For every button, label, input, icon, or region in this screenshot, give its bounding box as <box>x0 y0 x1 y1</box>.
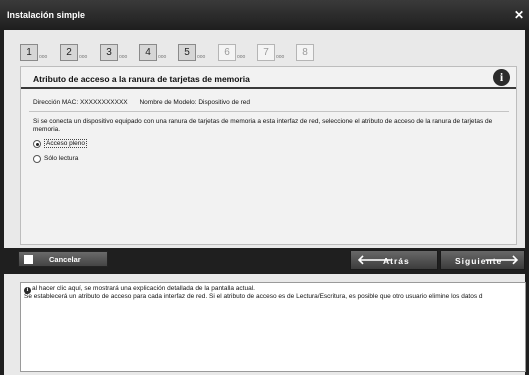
cancel-label: Cancelar <box>49 255 81 264</box>
panel-description: Si se conecta un dispositivo equipado co… <box>33 118 493 133</box>
step-dots: ooo <box>39 54 48 60</box>
info-icon[interactable]: i <box>493 69 510 86</box>
step-dots: ooo <box>119 54 128 60</box>
panel-header: Atributo de acceso a la ranura de tarjet… <box>21 67 516 89</box>
step-number: 4 <box>139 44 157 61</box>
step-number: 1 <box>20 44 38 61</box>
mac-address: Dirección MAC: XXXXXXXXXXX <box>33 99 128 106</box>
help-line-text: al hacer clic aquí, se mostrará una expl… <box>32 285 255 292</box>
step-dots: ooo <box>276 54 285 60</box>
model-name: Nombre de Modelo: Dispositivo de red <box>139 99 251 106</box>
radio-label[interactable]: Sólo lectura <box>44 155 78 162</box>
arrow-right-icon: 🡒 <box>484 252 520 267</box>
divider <box>29 111 509 112</box>
stop-icon <box>24 255 33 264</box>
step-dots: ooo <box>237 54 246 60</box>
help-line: Se establecerá un atributo de acceso par… <box>24 293 483 300</box>
title-bar: Instalación simple ✕ <box>0 0 529 30</box>
back-button[interactable]: 🡐 Atrás <box>350 250 438 270</box>
step-number: 5 <box>178 44 196 61</box>
window-title: Instalación simple <box>7 10 86 20</box>
radio-label[interactable]: Acceso pleno <box>44 139 88 148</box>
button-bar: Cancelar 🡐 Atrás Siguiente 🡒 <box>4 248 525 274</box>
step-number: 2 <box>60 44 78 61</box>
next-button[interactable]: Siguiente 🡒 <box>440 250 525 270</box>
step-number: 8 <box>296 44 314 61</box>
panel-title: Atributo de acceso a la ranura de tarjet… <box>33 74 250 84</box>
step-dots: ooo <box>197 54 206 60</box>
back-label: Atrás <box>383 256 410 266</box>
settings-panel: Atributo de acceso a la ranura de tarjet… <box>20 66 517 245</box>
device-info: Dirección MAC: XXXXXXXXXXX Nombre de Mod… <box>33 99 250 106</box>
step-number: 6 <box>218 44 236 61</box>
step-number: 3 <box>100 44 118 61</box>
close-icon[interactable]: ✕ <box>512 8 526 22</box>
step-number: 7 <box>257 44 275 61</box>
step-dots: ooo <box>158 54 167 60</box>
help-text-box[interactable]: i al hacer clic aquí, se mostrará una exp… <box>20 282 526 372</box>
radio-button-selected[interactable] <box>33 140 41 148</box>
step-dots: ooo <box>79 54 88 60</box>
radio-button[interactable] <box>33 155 41 163</box>
cancel-button[interactable]: Cancelar <box>18 251 108 267</box>
